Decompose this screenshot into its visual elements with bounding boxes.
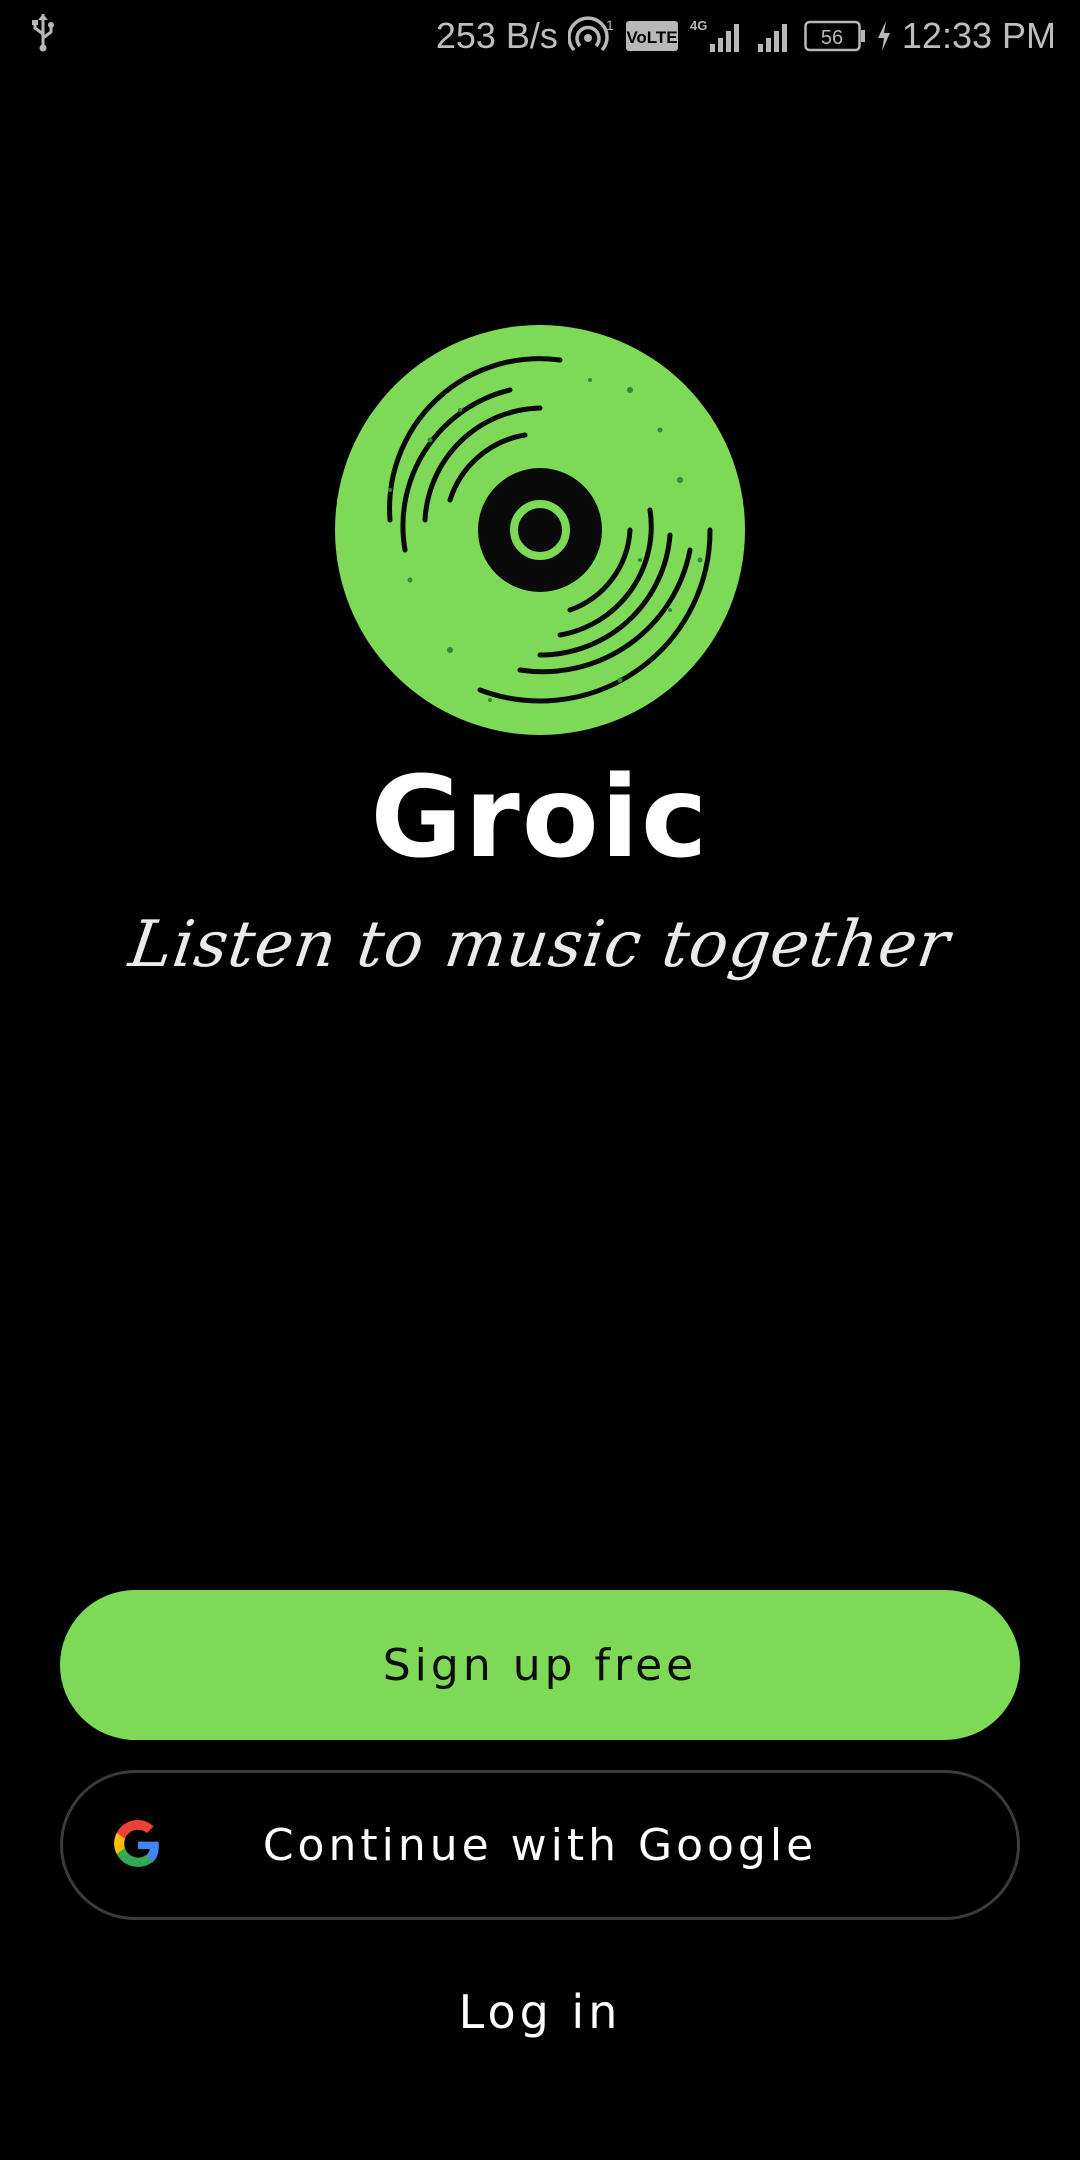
hotspot-count: 1	[606, 17, 614, 33]
google-label: Continue with Google	[262, 1819, 818, 1871]
vinyl-disc-logo	[335, 325, 745, 735]
logo-block: Groic Listen to music together	[0, 320, 1080, 982]
app-name: Groic	[370, 753, 710, 883]
network-type: 4G	[690, 18, 707, 33]
signup-label: Sign up free	[382, 1639, 698, 1691]
welcome-screen: 253 B/s 1 VoLTE 4G 56 12:33 PM Groic Lis…	[0, 0, 1080, 2160]
google-g-icon	[114, 1820, 159, 1867]
signal-icon	[754, 16, 794, 56]
charging-bolt-icon	[876, 19, 892, 53]
clock: 12:33 PM	[901, 15, 1056, 56]
hotspot-icon: 1	[567, 16, 616, 56]
network-speed: 253 B/s	[435, 15, 558, 56]
app-tagline: Listen to music together	[125, 908, 955, 982]
login-link[interactable]: Log in	[0, 1985, 1080, 2039]
volte-badge: VoLTE	[625, 20, 678, 52]
battery-level: 56	[821, 27, 843, 49]
status-bar: 253 B/s 1 VoLTE 4G 56 12:33 PM	[0, 0, 1080, 72]
signup-button[interactable]: Sign up free	[60, 1590, 1020, 1740]
volte-label: VoLTE	[626, 28, 677, 47]
google-signin-button[interactable]: Continue with Google	[60, 1770, 1020, 1920]
usb-icon	[30, 12, 56, 61]
battery-icon: 56	[804, 19, 866, 53]
signal-icon: 4G	[688, 16, 744, 56]
